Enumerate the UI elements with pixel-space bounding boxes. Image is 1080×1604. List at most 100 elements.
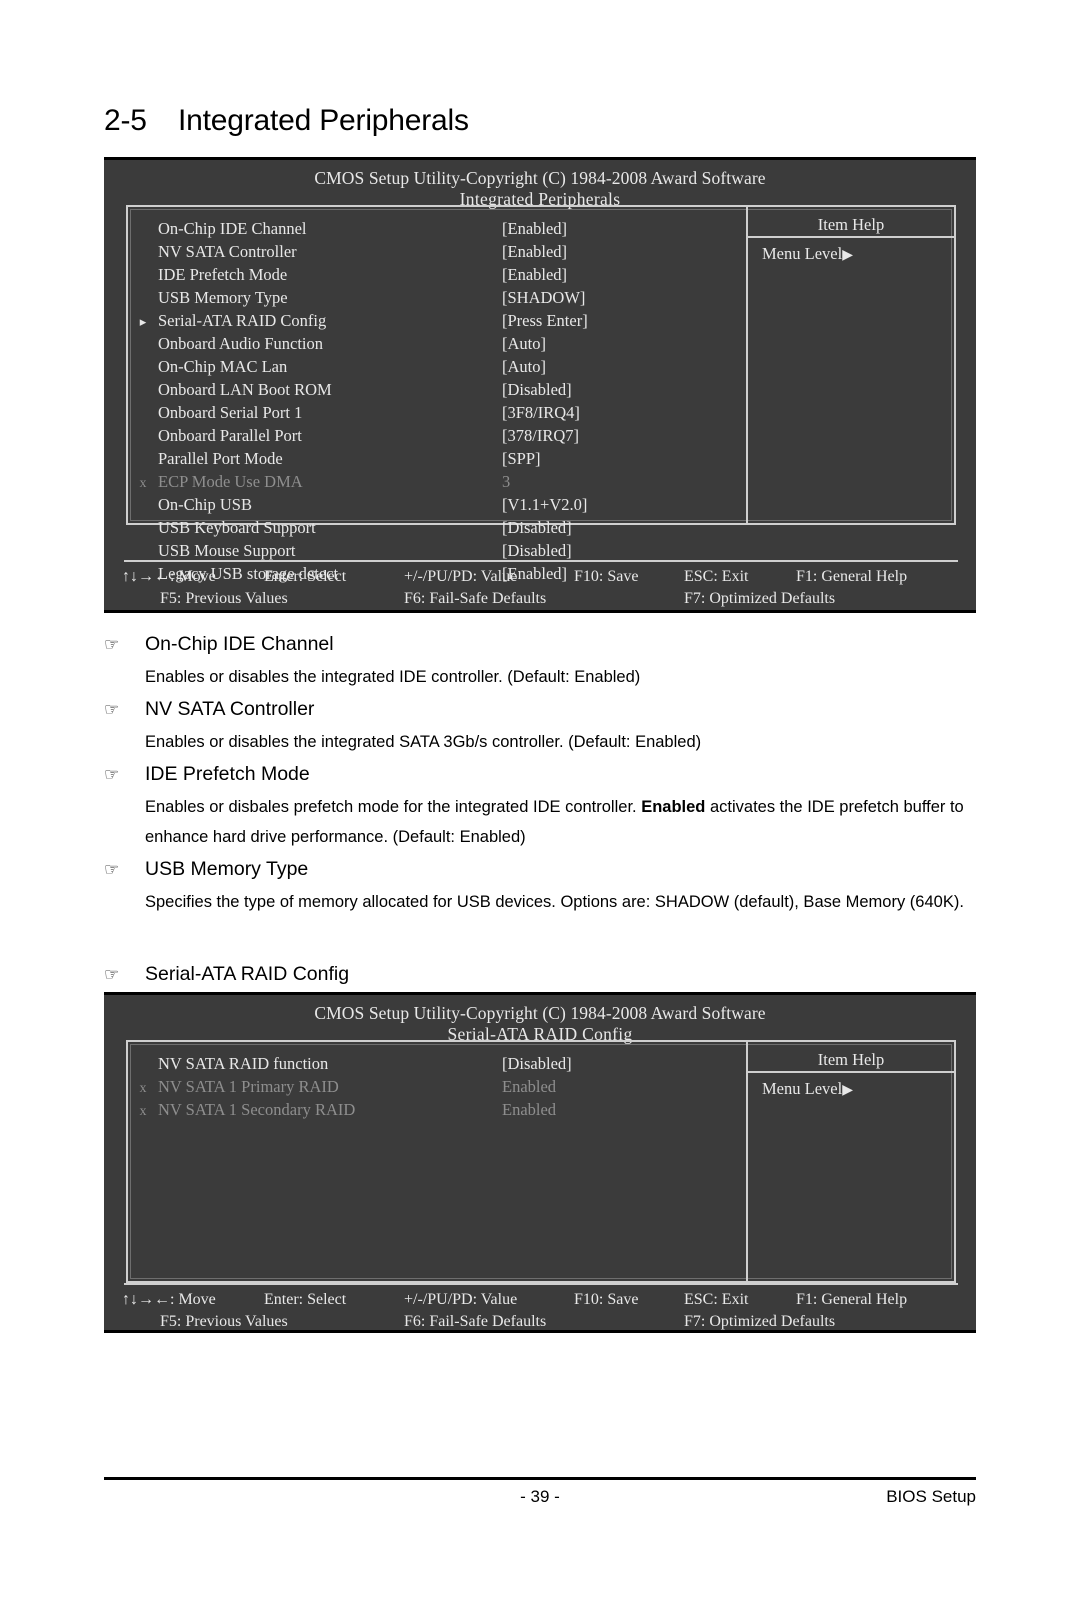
bios-option-label: USB Mouse Support	[158, 541, 296, 560]
bios-option-row[interactable]: ▸ Serial-ATA RAID Config [Press Enter]	[128, 309, 746, 332]
bios-option-row[interactable]: Onboard Serial Port 1 [3F8/IRQ4]	[128, 401, 746, 424]
bios-shortcut[interactable]: F5: Previous Values	[160, 588, 288, 610]
bios-shortcut[interactable]: ESC: Exit	[684, 566, 748, 588]
item-heading-label: IDE Prefetch Mode	[145, 763, 310, 785]
bios-option-value[interactable]: 3	[502, 470, 510, 493]
bios-option-label: ECP Mode Use DMA	[158, 472, 303, 491]
disabled-mark-icon: x	[139, 476, 147, 491]
disabled-mark-icon: x	[139, 1081, 147, 1096]
bios-option-value[interactable]: [SHADOW]	[502, 286, 585, 309]
bios-options-column-1: On-Chip IDE Channel [Enabled] NV SATA Cont…	[128, 207, 746, 583]
bios-option-value[interactable]: [Disabled]	[502, 539, 572, 562]
bios-option-row[interactable]: Onboard Audio Function [Auto]	[128, 332, 746, 355]
bios-shortcut[interactable]: F1: General Help	[796, 566, 907, 588]
bios-option-label: Onboard LAN Boot ROM	[158, 380, 332, 399]
item-heading-ide-prefetch-mode: ☞ IDE Prefetch Mode	[104, 763, 310, 786]
bios-shortcut-row: ↑↓→←: Move Enter: Select +/-/PU/PD: Value F…	[104, 1289, 976, 1311]
bios-title-1: CMOS Setup Utility-Copyright (C) 1984-20…	[314, 168, 766, 188]
bios-shortcut[interactable]: ↑↓→←: Move	[122, 1289, 216, 1311]
bios-option-label: Onboard Serial Port 1	[158, 403, 303, 422]
bios-shortcut[interactable]: ↑↓→←: Move	[122, 566, 216, 588]
menu-level-arrow-icon: ▶	[842, 1083, 853, 1098]
bios-option-value[interactable]: [Enabled]	[502, 240, 567, 263]
bios-option-label: USB Memory Type	[158, 288, 288, 307]
item-heading-nv-sata-controller: ☞ NV SATA Controller	[104, 698, 314, 721]
bios-shortcut[interactable]: F10: Save	[574, 1289, 638, 1311]
bios-option-value[interactable]: [Enabled]	[502, 263, 567, 286]
bios-option-value[interactable]: [Auto]	[502, 332, 546, 355]
item-heading-label: USB Memory Type	[145, 858, 309, 880]
bios-option-label: On-Chip IDE Channel	[158, 219, 307, 238]
bios-option-row[interactable]: Parallel Port Mode [SPP]	[128, 447, 746, 470]
bios-option-value[interactable]: [Press Enter]	[502, 309, 588, 332]
bios-option-row[interactable]: x NV SATA 1 Secondary RAID Enabled	[128, 1098, 746, 1121]
bios-option-row[interactable]: NV SATA Controller [Enabled]	[128, 240, 746, 263]
bios-option-row[interactable]: On-Chip USB [V1.1+V2.0]	[128, 493, 746, 516]
bios-item-help-2: Item Help Menu Level▶	[746, 1042, 954, 1281]
bios-screen-integrated-peripherals[interactable]: CMOS Setup Utility-Copyright (C) 1984-20…	[104, 157, 976, 613]
section-heading: 2-5 Integrated Peripherals	[104, 104, 469, 138]
bios-option-row[interactable]: On-Chip MAC Lan [Auto]	[128, 355, 746, 378]
bios-screen-serial-ata-raid-config[interactable]: CMOS Setup Utility-Copyright (C) 1984-20…	[104, 992, 976, 1333]
item-heading-usb-memory-type: ☞ USB Memory Type	[104, 858, 308, 881]
bios-shortcut-footer-1: ↑↓→←: Move Enter: Select +/-/PU/PD: Value F…	[104, 566, 976, 610]
item-paragraph-ide-prefetch-mode: Enables or disbales prefetch mode for th…	[145, 792, 975, 852]
bios-option-row[interactable]: USB Memory Type [SHADOW]	[128, 286, 746, 309]
bios-item-help-1: Item Help Menu Level▶	[746, 207, 954, 523]
bios-option-row[interactable]: x ECP Mode Use DMA 3	[128, 470, 746, 493]
bios-option-value[interactable]: [378/IRQ7]	[502, 424, 579, 447]
bios-option-row[interactable]: x NV SATA 1 Primary RAID Enabled	[128, 1075, 746, 1098]
paragraph-text: Enables or disables the integrated IDE c…	[145, 668, 641, 686]
bios-shortcut[interactable]: Enter: Select	[264, 566, 346, 588]
bios-option-value[interactable]: [Disabled]	[502, 1052, 572, 1075]
pointing-hand-icon: ☞	[104, 860, 120, 879]
bios-option-row[interactable]: Onboard Parallel Port [378/IRQ7]	[128, 424, 746, 447]
bios-footer-separator-2	[124, 1283, 958, 1285]
item-paragraph-nv-sata-controller: Enables or disables the integrated SATA …	[145, 727, 965, 757]
bios-option-value[interactable]: [V1.1+V2.0]	[502, 493, 587, 516]
item-heading-serial-ata-raid-config: ☞ Serial-ATA RAID Config	[104, 963, 349, 986]
bios-option-list-2: NV SATA RAID function [Disabled] x NV SATA …	[128, 1052, 746, 1121]
bios-option-label: Onboard Audio Function	[158, 334, 323, 353]
bios-option-row[interactable]: Onboard LAN Boot ROM [Disabled]	[128, 378, 746, 401]
bios-option-label: Parallel Port Mode	[158, 449, 283, 468]
bios-shortcut[interactable]: ESC: Exit	[684, 1289, 748, 1311]
bios-option-row[interactable]: IDE Prefetch Mode [Enabled]	[128, 263, 746, 286]
bios-option-value[interactable]: [Enabled]	[502, 217, 567, 240]
bios-option-value[interactable]: [Disabled]	[502, 378, 572, 401]
bios-option-row[interactable]: USB Keyboard Support [Disabled]	[128, 516, 746, 539]
bios-option-value[interactable]: Enabled	[502, 1098, 556, 1121]
paragraph-text: Enables or disables the integrated SATA …	[145, 733, 702, 751]
page-title: Integrated Peripherals	[178, 104, 469, 137]
bios-shortcut[interactable]: +/-/PU/PD: Value	[404, 566, 517, 588]
menu-level-label-1: Menu Level	[762, 244, 843, 263]
document-page: 2-5 Integrated Peripherals CMOS Setup Ut…	[0, 0, 1080, 1604]
pointing-hand-icon: ☞	[104, 635, 120, 654]
item-paragraph-usb-memory-type: Specifies the type of memory allocated f…	[145, 887, 977, 917]
paragraph-emphasis: Enabled	[641, 798, 706, 816]
bios-option-value[interactable]: Enabled	[502, 1075, 556, 1098]
pointing-hand-icon: ☞	[104, 965, 120, 984]
bios-option-label: NV SATA RAID function	[158, 1054, 329, 1073]
bios-option-row[interactable]: USB Mouse Support [Disabled]	[128, 539, 746, 562]
bios-option-value[interactable]: [Auto]	[502, 355, 546, 378]
bios-shortcut[interactable]: F7: Optimized Defaults	[684, 1311, 835, 1333]
bios-shortcut[interactable]: F5: Previous Values	[160, 1311, 288, 1333]
bios-panel-1: On-Chip IDE Channel [Enabled] NV SATA Cont…	[126, 205, 956, 583]
bios-option-row[interactable]: NV SATA RAID function [Disabled]	[128, 1052, 746, 1075]
bios-option-value[interactable]: [SPP]	[502, 447, 541, 470]
bios-option-row[interactable]: On-Chip IDE Channel [Enabled]	[128, 217, 746, 240]
bios-shortcut[interactable]: F1: General Help	[796, 1289, 907, 1311]
bios-shortcut[interactable]: Enter: Select	[264, 1289, 346, 1311]
bios-shortcut[interactable]: F6: Fail-Safe Defaults	[404, 588, 546, 610]
bios-shortcut[interactable]: F10: Save	[574, 566, 638, 588]
footer-divider	[104, 1477, 976, 1480]
item-help-title-1: Item Help	[748, 207, 954, 238]
bios-option-label: NV SATA Controller	[158, 242, 297, 261]
bios-option-label: USB Keyboard Support	[158, 518, 316, 537]
bios-shortcut[interactable]: F6: Fail-Safe Defaults	[404, 1311, 546, 1333]
bios-shortcut[interactable]: F7: Optimized Defaults	[684, 588, 835, 610]
bios-option-value[interactable]: [3F8/IRQ4]	[502, 401, 580, 424]
bios-option-value[interactable]: [Disabled]	[502, 516, 572, 539]
bios-shortcut[interactable]: +/-/PU/PD: Value	[404, 1289, 517, 1311]
